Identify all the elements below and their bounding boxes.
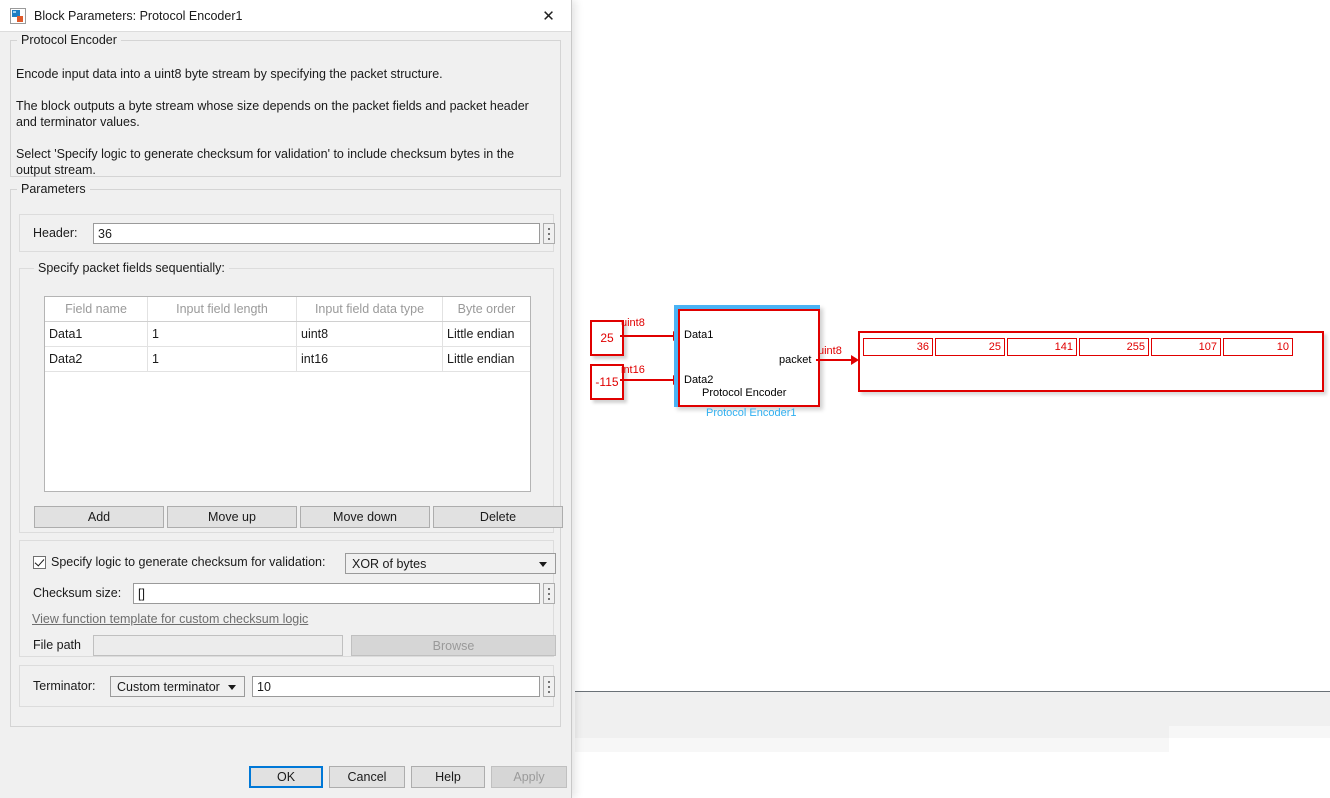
header-label: Header: [33, 226, 77, 240]
table-header-row: Field name Input field length Input fiel… [45, 297, 530, 322]
dialog-body: Protocol Encoder Encode input data into … [0, 31, 571, 798]
parameters-group-legend: Parameters [17, 182, 90, 196]
signal-line-out [816, 359, 855, 361]
signal-line-1 [620, 335, 675, 337]
parameters-group: Parameters Header: Specify packet fields… [10, 182, 561, 727]
checksum-logic-select[interactable]: XOR of bytes [345, 553, 556, 574]
constant-block-1[interactable]: 25 [590, 320, 624, 356]
block-inner-name: Protocol Encoder [702, 387, 786, 399]
terminator-mode-select[interactable]: Custom terminator [110, 676, 245, 697]
header-panel: Header: [19, 214, 554, 252]
display-cell-4: 107 [1151, 338, 1221, 356]
apply-button[interactable]: Apply [491, 766, 567, 788]
checksum-size-label: Checksum size: [33, 586, 121, 600]
display-cell-5: 10 [1223, 338, 1293, 356]
cell-data-type[interactable]: int16 [297, 347, 443, 372]
function-template-link[interactable]: View function template for custom checks… [32, 612, 308, 626]
description-paragraph-3: Select 'Specify logic to generate checks… [16, 146, 551, 178]
display-cell-0: 36 [863, 338, 933, 356]
ok-button[interactable]: OK [249, 766, 323, 788]
signal-label-uint8-in: uint8 [621, 317, 645, 329]
signal-line-2 [620, 379, 675, 381]
display-block[interactable]: 36 25 141 255 107 10 [858, 331, 1324, 392]
description-paragraph-1: Encode input data into a uint8 byte stre… [16, 66, 551, 82]
column-header-data-type: Input field data type [297, 297, 443, 322]
move-up-button[interactable]: Move up [167, 506, 297, 528]
column-header-byte-order: Byte order [443, 297, 531, 322]
help-button[interactable]: Help [411, 766, 485, 788]
delete-button[interactable]: Delete [433, 506, 563, 528]
dialog-titlebar: Block Parameters: Protocol Encoder1 ✕ [0, 0, 571, 32]
block-caption: Protocol Encoder1 [706, 407, 797, 419]
cell-data-type[interactable]: uint8 [297, 322, 443, 347]
add-button[interactable]: Add [34, 506, 164, 528]
chevron-down-icon [228, 685, 236, 690]
table-row[interactable]: Data2 1 int16 Little endian [45, 347, 530, 372]
checksum-logic-value: XOR of bytes [352, 557, 426, 571]
header-input[interactable] [93, 223, 540, 244]
chevron-down-icon [539, 562, 547, 567]
dialog-title: Block Parameters: Protocol Encoder1 [34, 9, 242, 23]
checksum-size-input[interactable] [133, 583, 540, 604]
file-path-label: File path [33, 638, 81, 652]
terminator-ellipsis-button[interactable] [543, 676, 555, 697]
display-cell-3: 255 [1079, 338, 1149, 356]
header-ellipsis-button[interactable] [543, 223, 555, 244]
table-row[interactable]: Data1 1 uint8 Little endian [45, 322, 530, 347]
terminator-label: Terminator: [33, 679, 96, 693]
move-down-button[interactable]: Move down [300, 506, 430, 528]
cell-field-length[interactable]: 1 [148, 322, 297, 347]
display-cell-1: 25 [935, 338, 1005, 356]
description-group-legend: Protocol Encoder [17, 33, 121, 47]
packet-fields-group: Specify packet fields sequentially: Fiel… [19, 261, 554, 533]
cancel-button[interactable]: Cancel [329, 766, 405, 788]
description-paragraph-2: The block outputs a byte stream whose si… [16, 98, 551, 130]
inport-label-data2: Data2 [684, 374, 713, 386]
terminator-group: Terminator: Custom terminator [19, 665, 554, 707]
checksum-checkbox-label: Specify logic to generate checksum for v… [51, 555, 325, 569]
file-path-input[interactable] [93, 635, 343, 656]
checksum-size-ellipsis-button[interactable] [543, 583, 555, 604]
terminator-value-input[interactable] [252, 676, 540, 697]
inport-label-data1: Data1 [684, 329, 713, 341]
terminator-mode-value: Custom terminator [117, 680, 220, 694]
checkmark-icon[interactable] [33, 556, 46, 569]
cell-field-name[interactable]: Data2 [45, 347, 148, 372]
cell-byte-order[interactable]: Little endian [443, 347, 531, 372]
outport-label-packet: packet [779, 354, 811, 366]
signal-label-int16-in: int16 [621, 364, 645, 376]
description-group: Protocol Encoder Encode input data into … [10, 33, 561, 177]
checksum-group: Specify logic to generate checksum for v… [19, 540, 554, 657]
cell-field-length[interactable]: 1 [148, 347, 297, 372]
simulink-block-icon [10, 8, 26, 24]
block-parameters-dialog: Block Parameters: Protocol Encoder1 ✕ Pr… [0, 0, 572, 798]
display-cell-2: 141 [1007, 338, 1077, 356]
constant-block-1-value: 25 [600, 331, 613, 345]
packet-fields-legend: Specify packet fields sequentially: [34, 261, 229, 275]
constant-block-2-value: -115 [595, 375, 618, 389]
signal-label-uint8-out: uint8 [818, 345, 842, 357]
cell-field-name[interactable]: Data1 [45, 322, 148, 347]
close-icon[interactable]: ✕ [526, 0, 571, 31]
column-header-field-name: Field name [45, 297, 148, 322]
cell-byte-order[interactable]: Little endian [443, 322, 531, 347]
checksum-checkbox-row[interactable]: Specify logic to generate checksum for v… [33, 555, 325, 569]
browse-button[interactable]: Browse [351, 635, 556, 656]
constant-block-2[interactable]: -115 [590, 364, 624, 400]
column-header-field-length: Input field length [148, 297, 297, 322]
packet-fields-table[interactable]: Field name Input field length Input fiel… [44, 296, 531, 492]
